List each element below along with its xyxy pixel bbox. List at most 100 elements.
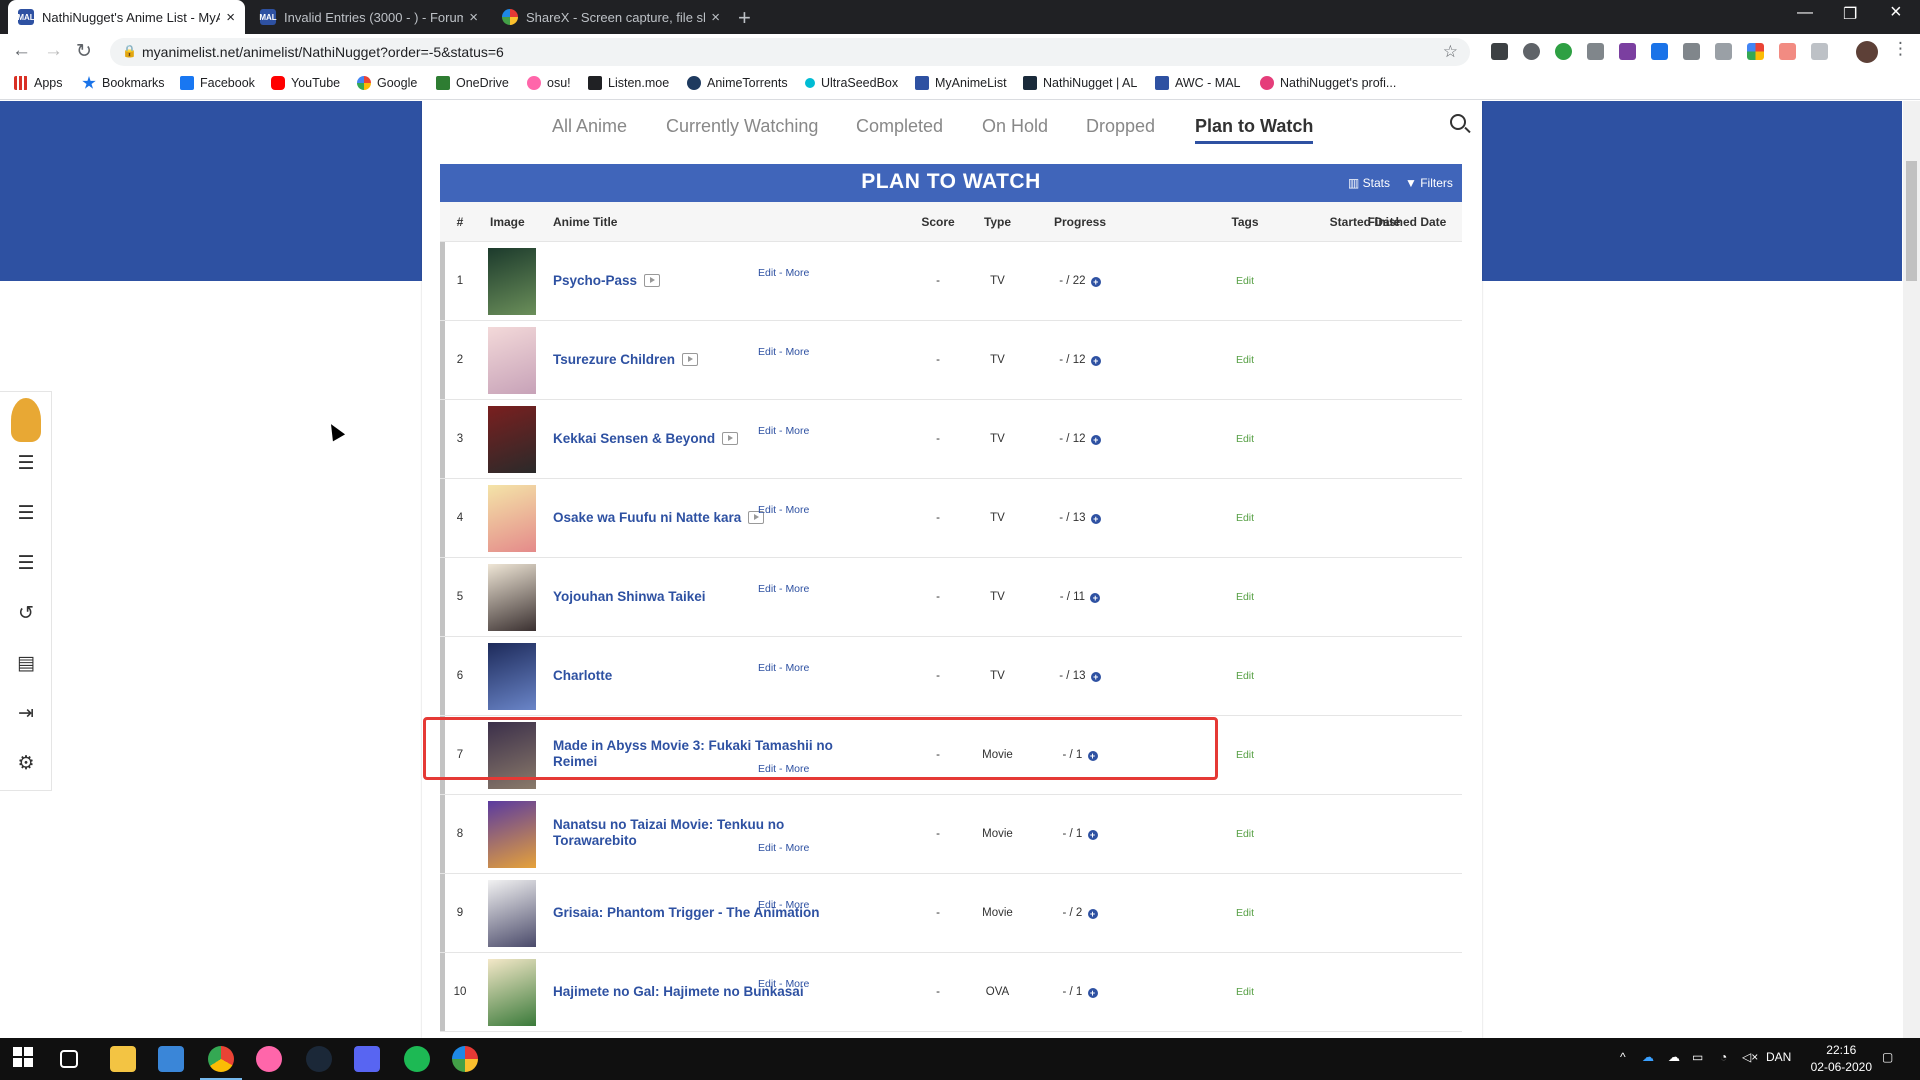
battery-icon[interactable]: ▭ xyxy=(1692,1050,1703,1064)
anime-cover-image[interactable] xyxy=(488,959,536,1026)
bookmark-onedrive[interactable]: OneDrive xyxy=(436,76,509,90)
score-value[interactable]: - xyxy=(918,354,958,366)
task-view-icon[interactable] xyxy=(60,1050,78,1068)
streaming-icon[interactable] xyxy=(682,353,699,366)
anime-title-link[interactable]: Tsurezure Children xyxy=(553,352,913,368)
anime-cover-image[interactable] xyxy=(488,801,536,868)
edit-link[interactable]: Edit xyxy=(758,842,776,854)
tags-edit-link[interactable]: Edit xyxy=(1140,275,1350,287)
chrome-icon[interactable] xyxy=(200,1046,242,1080)
anime-title-text[interactable]: Psycho-Pass xyxy=(553,273,637,288)
extension-icon[interactable] xyxy=(1779,43,1796,60)
wifi-icon[interactable]: ◔ xyxy=(1720,1050,1727,1064)
edit-link[interactable]: Edit xyxy=(758,504,776,516)
col-number[interactable]: # xyxy=(452,215,468,229)
score-value[interactable]: - xyxy=(918,907,958,919)
anime-title-link[interactable]: Charlotte xyxy=(553,668,913,684)
edit-link[interactable]: Edit xyxy=(758,583,776,595)
discord-icon[interactable] xyxy=(354,1046,380,1072)
more-link[interactable]: More xyxy=(785,346,809,358)
tags-edit-link[interactable]: Edit xyxy=(1140,749,1350,761)
store-icon[interactable] xyxy=(158,1046,184,1072)
new-tab-button[interactable]: + xyxy=(738,5,751,31)
tags-edit-link[interactable]: Edit xyxy=(1140,433,1350,445)
more-link[interactable]: More xyxy=(785,842,809,854)
language-indicator[interactable]: DAN xyxy=(1766,1050,1791,1064)
tab-sharex[interactable]: ShareX - Screen capture, file sharing × xyxy=(492,0,730,34)
close-icon[interactable]: × xyxy=(711,9,720,26)
score-value[interactable]: - xyxy=(918,591,958,603)
tags-edit-link[interactable]: Edit xyxy=(1140,670,1350,682)
score-value[interactable]: - xyxy=(918,512,958,524)
extension-icon[interactable] xyxy=(1747,43,1764,60)
increment-plus-icon[interactable]: + xyxy=(1087,909,1098,919)
tags-edit-link[interactable]: Edit xyxy=(1140,828,1350,840)
anime-title-text[interactable]: Osake wa Fuufu ni Natte kara xyxy=(553,510,741,525)
share-icon[interactable]: ⇥ xyxy=(15,704,37,724)
more-link[interactable]: More xyxy=(785,504,809,516)
col-type[interactable]: Type xyxy=(960,215,1035,229)
edit-link[interactable]: Edit xyxy=(758,425,776,437)
more-link[interactable]: More xyxy=(785,662,809,674)
stats-button[interactable]: ▥ Stats xyxy=(1348,176,1390,190)
edit-link[interactable]: Edit xyxy=(758,978,776,990)
increment-plus-icon[interactable]: + xyxy=(1090,514,1101,524)
anime-title-link[interactable]: Osake wa Fuufu ni Natte kara xyxy=(553,510,913,526)
history-icon[interactable]: ↺ xyxy=(15,604,37,624)
anime-cover-image[interactable] xyxy=(488,485,536,552)
bookmark-ultraseedbox[interactable]: UltraSeedBox xyxy=(805,76,898,90)
bookmark-facebook[interactable]: Facebook xyxy=(180,76,255,90)
score-value[interactable]: - xyxy=(918,986,958,998)
help-icon[interactable] xyxy=(1683,43,1700,60)
osu-icon[interactable] xyxy=(256,1046,282,1072)
extension-icon[interactable] xyxy=(1715,43,1732,60)
onedrive-tray-icon[interactable]: ☁ xyxy=(1642,1050,1654,1064)
url-text[interactable]: myanimelist.net/animelist/NathiNugget?or… xyxy=(142,44,504,60)
tab-completed[interactable]: Completed xyxy=(856,116,943,137)
increment-plus-icon[interactable]: + xyxy=(1087,751,1098,761)
anime-cover-image[interactable] xyxy=(488,248,536,315)
anime-cover-image[interactable] xyxy=(488,564,536,631)
score-value[interactable]: - xyxy=(918,828,958,840)
tray-chevron-icon[interactable]: ^ xyxy=(1620,1050,1626,1064)
tags-edit-link[interactable]: Edit xyxy=(1140,512,1350,524)
back-icon[interactable]: ← xyxy=(12,40,31,62)
edit-link[interactable]: Edit xyxy=(758,267,776,279)
tags-edit-link[interactable]: Edit xyxy=(1140,907,1350,919)
anime-title-link[interactable]: Kekkai Sensen & Beyond xyxy=(553,431,913,447)
anime-title-text[interactable]: Nanatsu no Taizai Movie: Tenkuu no Toraw… xyxy=(553,817,784,848)
tags-edit-link[interactable]: Edit xyxy=(1140,986,1350,998)
anime-title-link[interactable]: Grisaia: Phantom Trigger - The Animation xyxy=(553,905,913,921)
bookmark-bookmarks[interactable]: Bookmarks xyxy=(82,76,165,90)
bookmark-listen-moe[interactable]: Listen.moe xyxy=(588,76,669,90)
score-value[interactable]: - xyxy=(918,749,958,761)
tab-forum[interactable]: MAL Invalid Entries (3000 - ) - Forums × xyxy=(250,0,488,34)
volume-icon[interactable]: ◁× xyxy=(1742,1050,1758,1064)
more-link[interactable]: More xyxy=(785,763,809,775)
anime-title-link[interactable]: Yojouhan Shinwa Taikei xyxy=(553,589,913,605)
scrollbar-thumb[interactable] xyxy=(1906,161,1917,281)
sharex-icon[interactable] xyxy=(452,1046,478,1072)
increment-plus-icon[interactable]: + xyxy=(1087,830,1098,840)
tab-dropped[interactable]: Dropped xyxy=(1086,116,1155,137)
anime-title-link[interactable]: Hajimete no Gal: Hajimete no Bunkasai xyxy=(553,984,913,1000)
progress-value[interactable]: - / 11 xyxy=(1060,591,1085,603)
edit-link[interactable]: Edit xyxy=(758,899,776,911)
close-icon[interactable]: × xyxy=(226,9,235,26)
tab-mal-list[interactable]: MAL NathiNugget's Anime List - MyAnimeLi… xyxy=(8,0,245,34)
onenote-icon[interactable] xyxy=(1619,43,1636,60)
streaming-icon[interactable] xyxy=(644,274,661,287)
forward-icon[interactable]: → xyxy=(44,40,63,62)
cloud-tray-icon[interactable]: ☁ xyxy=(1668,1050,1680,1064)
extension-icon[interactable] xyxy=(1651,43,1668,60)
anime-title-text[interactable]: Kekkai Sensen & Beyond xyxy=(553,431,715,446)
page-scrollbar[interactable] xyxy=(1903,101,1920,1038)
user-avatar[interactable] xyxy=(11,398,41,442)
tab-plan-to-watch[interactable]: Plan to Watch xyxy=(1195,116,1314,144)
bookmark-google[interactable]: Google xyxy=(357,76,417,90)
sort-list-icon[interactable]: ☰ xyxy=(15,504,37,524)
search-icon[interactable] xyxy=(1450,114,1466,130)
spotify-icon[interactable] xyxy=(404,1046,430,1072)
windows-start-icon[interactable] xyxy=(12,1046,38,1072)
export-file-icon[interactable]: ▤ xyxy=(15,654,37,674)
